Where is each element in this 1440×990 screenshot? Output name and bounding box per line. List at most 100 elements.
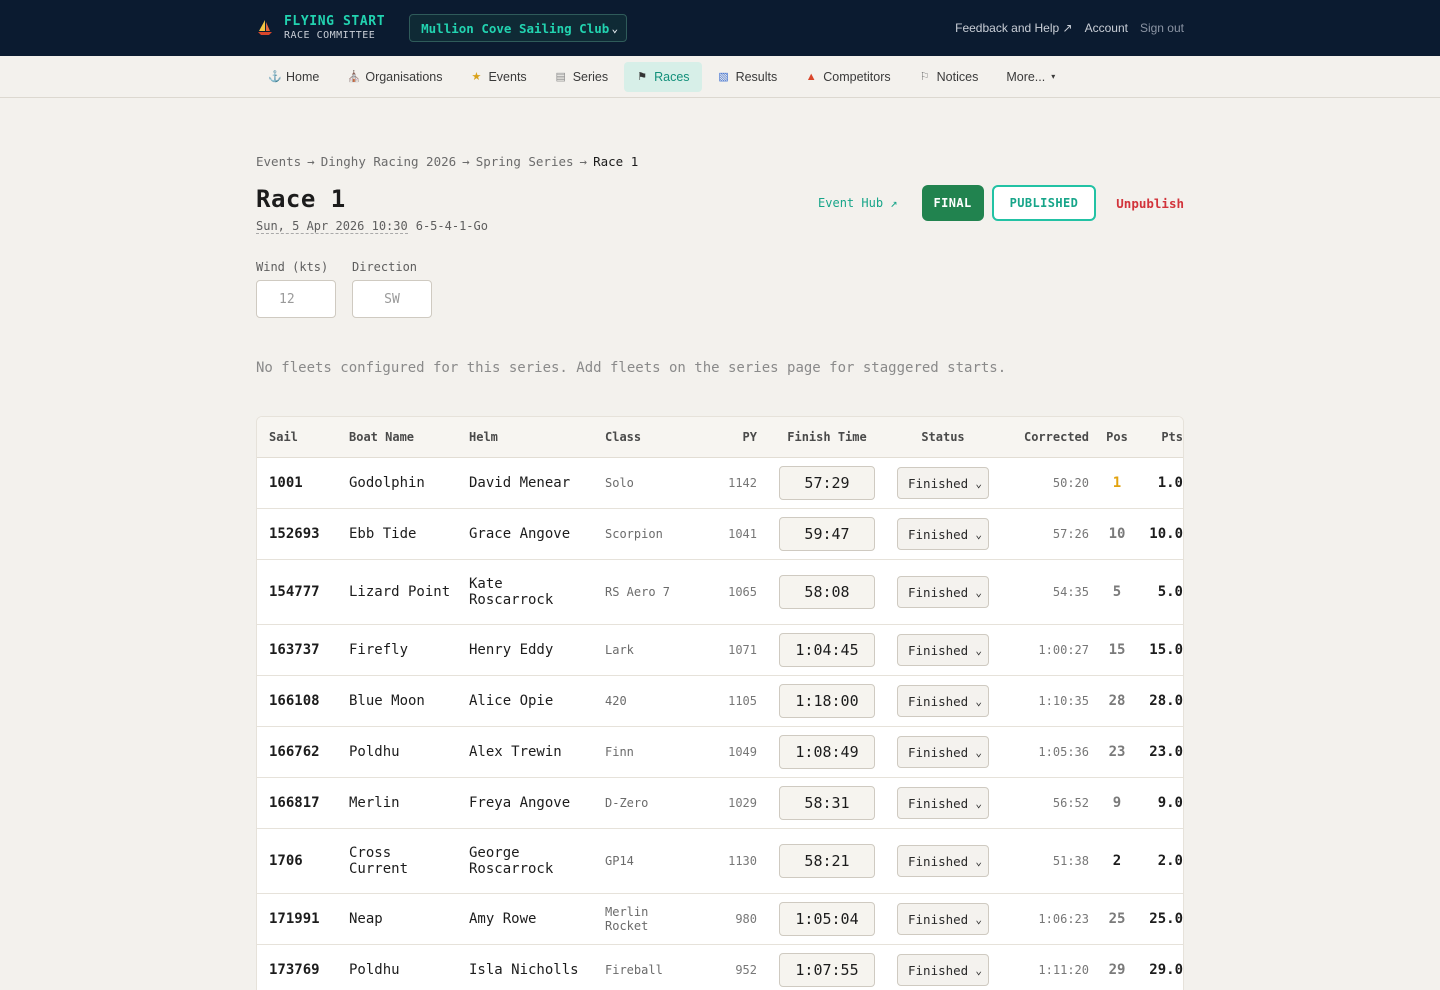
status-select[interactable]: Finished ⌄ <box>897 518 989 550</box>
main-nav: ⚓ Home ⛪ Organisations ★ Events ▤ Series… <box>0 56 1440 98</box>
nav-competitors-label: Competitors <box>823 69 891 84</box>
wind-input[interactable]: 12 <box>256 280 336 318</box>
published-button[interactable]: PUBLISHED <box>991 185 1097 221</box>
header-pos[interactable]: Pos <box>1095 430 1139 444</box>
account-link[interactable]: Account <box>1085 21 1128 35</box>
table-row: 173769 Poldhu Isla Nicholls Fireball 952 1:07… <box>257 945 1183 990</box>
nav-notices[interactable]: ⚐ Notices <box>907 62 991 92</box>
cell-pos: 15 <box>1108 642 1126 658</box>
cell-pos: 5 <box>1112 584 1122 600</box>
header-helm[interactable]: Helm <box>463 430 599 444</box>
cell-sail: 166817 <box>269 795 320 811</box>
cell-class: Solo <box>605 476 634 490</box>
table-row: 163737 Firefly Henry Eddy Lark 1071 1:04:45 Fi… <box>257 625 1183 676</box>
cell-sail: 166108 <box>269 693 320 709</box>
brand[interactable]: FLYING START RACE COMMITTEE <box>256 14 385 43</box>
status-select[interactable]: Finished ⌄ <box>897 903 989 935</box>
nav-results[interactable]: ▧ Results <box>706 62 790 92</box>
signout-link[interactable]: Sign out <box>1140 21 1184 35</box>
finish-time-input[interactable]: 59:47 <box>779 517 875 551</box>
finish-time-input[interactable]: 1:08:49 <box>779 735 875 769</box>
cell-class: 420 <box>605 694 627 708</box>
nav-series[interactable]: ▤ Series <box>543 62 620 92</box>
cell-boat: Ebb Tide <box>349 526 417 542</box>
cell-corrected: 50:20 <box>1052 476 1089 490</box>
breadcrumb-events[interactable]: Events <box>256 154 301 169</box>
cell-corrected: 1:05:36 <box>1038 745 1089 759</box>
finish-time-input[interactable]: 57:29 <box>779 466 875 500</box>
status-value: Finished <box>908 642 969 658</box>
finish-time-input[interactable]: 1:04:45 <box>779 633 875 667</box>
cell-boat: Blue Moon <box>349 693 425 709</box>
cell-pts: 10.0 <box>1149 526 1183 542</box>
breadcrumb-event[interactable]: Dinghy Racing 2026 <box>321 154 456 169</box>
cell-class: Merlin Rocket <box>605 905 649 933</box>
nav-competitors[interactable]: ▲ Competitors <box>793 62 902 92</box>
cell-helm: Alex Trewin <box>469 744 562 760</box>
event-hub-link[interactable]: Event Hub ↗ <box>818 196 897 210</box>
cell-boat: Neap <box>349 911 383 927</box>
header-class[interactable]: Class <box>599 430 699 444</box>
nav-events-label: Events <box>488 69 527 84</box>
finish-time-input[interactable]: 58:08 <box>779 575 875 609</box>
chevron-down-icon: ⌄ <box>975 694 982 708</box>
status-select[interactable]: Finished ⌄ <box>897 576 989 608</box>
cell-helm: Isla Nicholls <box>469 962 579 978</box>
cell-pos: 25 <box>1108 911 1126 927</box>
cell-py: 980 <box>735 912 757 926</box>
status-select[interactable]: Finished ⌄ <box>897 467 989 499</box>
finish-time-input[interactable]: 58:21 <box>779 844 875 878</box>
header-boat[interactable]: Boat Name <box>343 430 463 444</box>
wind-field: Wind (kts) 12 <box>256 260 336 318</box>
table-row: 154777 Lizard Point Kate Roscarrock RS Aero… <box>257 560 1183 625</box>
breadcrumb-series[interactable]: Spring Series <box>476 154 574 169</box>
nav-more[interactable]: More... ▾ <box>994 62 1067 92</box>
header-corrected[interactable]: Corrected <box>995 430 1095 444</box>
table-header: Sail Boat Name Helm Class PY Finish Time… <box>257 417 1183 458</box>
cell-class: Lark <box>605 643 634 657</box>
nav-organisations[interactable]: ⛪ Organisations <box>335 62 454 92</box>
header-py[interactable]: PY <box>699 430 763 444</box>
club-select[interactable]: Mullion Cove Sailing Club ⌄ <box>409 14 628 42</box>
header-finish[interactable]: Finish Time <box>763 430 891 444</box>
breadcrumb: Events → Dinghy Racing 2026 → Spring Ser… <box>256 154 1184 169</box>
status-select[interactable]: Finished ⌄ <box>897 845 989 877</box>
table-row: 1706 Cross Current George Roscarrock GP14 11… <box>257 829 1183 894</box>
feedback-link[interactable]: Feedback and Help ↗ <box>955 21 1072 35</box>
cell-helm: Henry Eddy <box>469 642 554 658</box>
cell-class: RS Aero 7 <box>605 585 671 599</box>
cell-corrected: 57:26 <box>1052 527 1089 541</box>
breadcrumb-current: Race 1 <box>593 154 639 169</box>
status-select[interactable]: Finished ⌄ <box>897 736 989 768</box>
status-value: Finished <box>908 744 969 760</box>
cell-py: 952 <box>735 963 757 977</box>
nav-events[interactable]: ★ Events <box>458 62 538 92</box>
finish-time-input[interactable]: 1:05:04 <box>779 902 875 936</box>
cell-helm: David Menear <box>469 475 571 491</box>
nav-home[interactable]: ⚓ Home <box>256 62 331 92</box>
cell-boat: Poldhu <box>349 744 400 760</box>
finish-time-input[interactable]: 1:07:55 <box>779 953 875 987</box>
cell-class: Scorpion <box>605 527 663 541</box>
finish-time-input[interactable]: 1:18:00 <box>779 684 875 718</box>
status-select[interactable]: Finished ⌄ <box>897 634 989 666</box>
final-button[interactable]: FINAL <box>921 185 984 221</box>
cell-class: D-Zero <box>605 796 649 810</box>
caret-down-icon: ▾ <box>1051 72 1056 81</box>
cell-pts: 1.0 <box>1157 475 1183 491</box>
unpublish-button[interactable]: Unpublish <box>1116 196 1184 211</box>
cell-class: Finn <box>605 745 634 759</box>
direction-input[interactable]: SW <box>352 280 432 318</box>
header-sail[interactable]: Sail <box>257 430 343 444</box>
status-select[interactable]: Finished ⌄ <box>897 787 989 819</box>
page-title: Race 1 <box>256 185 346 213</box>
race-date[interactable]: Sun, 5 Apr 2026 10:30 <box>256 219 408 234</box>
header-status[interactable]: Status <box>891 430 995 444</box>
finish-time-input[interactable]: 58:31 <box>779 786 875 820</box>
nav-notices-label: Notices <box>936 69 979 84</box>
status-select[interactable]: Finished ⌄ <box>897 954 989 986</box>
header-pts[interactable]: Pts <box>1139 430 1183 444</box>
status-select[interactable]: Finished ⌄ <box>897 685 989 717</box>
nav-races[interactable]: ⚑ Races <box>624 61 702 92</box>
cell-py: 1029 <box>728 796 757 810</box>
